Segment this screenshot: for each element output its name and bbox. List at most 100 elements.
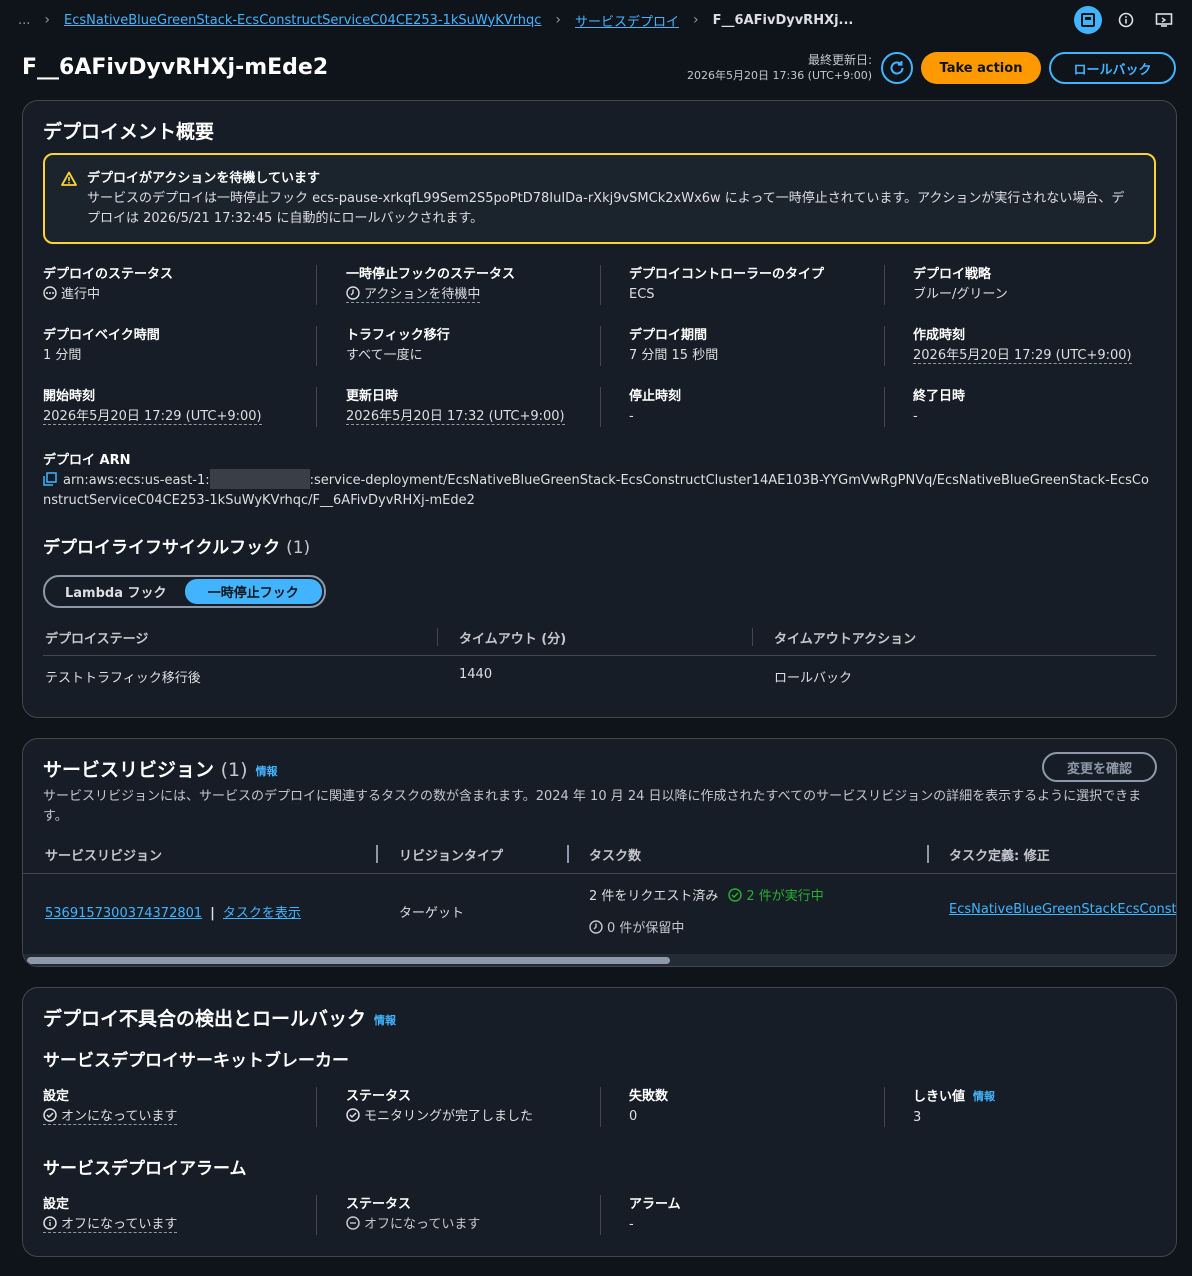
- field-label: 失敗数: [629, 1089, 669, 1104]
- field-label: 一時停止フックのステータス: [346, 267, 516, 282]
- column-timeout[interactable]: タイムアウト (分): [459, 628, 566, 647]
- cell-deploy-stage: テストトラフィック移行後: [45, 671, 201, 686]
- tasks-requested: 2 件をリクエスト済み 2 件が実行中: [589, 885, 824, 906]
- breadcrumb-separator-icon: ›: [555, 12, 562, 28]
- field-value[interactable]: 2026年5月20日 17:29 (UTC+9:00): [43, 409, 262, 425]
- revision-id-link[interactable]: 5369157300374372801: [45, 906, 202, 921]
- revisions-info-link[interactable]: 情報: [256, 765, 278, 778]
- alert-body: サービスのデプロイは一時停止フック ecs-pause-xrkqfL99Sem2…: [87, 191, 1125, 226]
- field-value: オフになっています: [364, 1217, 481, 1232]
- divider: [884, 1087, 885, 1127]
- field-value: すべて一度に: [346, 348, 423, 363]
- review-changes-button[interactable]: 変更を確認: [1042, 752, 1157, 782]
- panel-layout-icon[interactable]: [1074, 6, 1102, 34]
- field-value[interactable]: 2026年5月20日 17:29 (UTC+9:00): [913, 348, 1132, 364]
- column-revision-type[interactable]: リビジョンタイプ: [399, 845, 503, 864]
- field-label: デプロイ期間: [629, 328, 708, 343]
- tasks-pending: 0 件が保留中: [589, 917, 684, 938]
- divider: [600, 387, 601, 427]
- column-timeout-action[interactable]: タイムアウトアクション: [774, 628, 916, 647]
- refresh-button[interactable]: [881, 52, 913, 84]
- pause-status-popover[interactable]: アクションを待機中: [346, 286, 481, 303]
- tab-pause-hook[interactable]: 一時停止フック: [184, 579, 322, 604]
- arn-label: デプロイ ARN: [43, 453, 131, 468]
- clock-icon: [589, 920, 603, 938]
- field-value: ECS: [629, 287, 655, 302]
- divider: [316, 1195, 317, 1235]
- check-circle-icon: [43, 1108, 57, 1129]
- revision-type-cell: ターゲット: [399, 906, 465, 921]
- field-updated-time: 更新日時 2026年5月20日 17:32 (UTC+9:00): [346, 387, 565, 427]
- cell-timeout-action: ロールバック: [774, 671, 853, 686]
- field-label: 設定: [43, 1197, 70, 1212]
- screen-share-icon[interactable]: [1150, 6, 1178, 34]
- field-value: 0: [629, 1109, 638, 1124]
- field-value: -: [629, 409, 634, 424]
- field-duration: デプロイ期間 7 分間 15 秒間: [629, 326, 718, 366]
- alarm-list: アラーム -: [629, 1195, 681, 1235]
- field-value: オンになっています: [61, 1109, 178, 1124]
- rollback-button[interactable]: ロールバック: [1049, 52, 1176, 84]
- field-label: デプロイコントローラーのタイプ: [629, 267, 825, 282]
- alarm-setting-popover[interactable]: オフになっています: [43, 1216, 178, 1233]
- scrollbar-thumb[interactable]: [27, 957, 670, 964]
- lifecycle-title: デプロイライフサイクルフック: [43, 538, 281, 558]
- circuit-setting: 設定 オンになっています: [43, 1087, 178, 1129]
- column-task-definition[interactable]: タスク定義: 修正: [949, 845, 1050, 864]
- field-created-time: 作成時刻 2026年5月20日 17:29 (UTC+9:00): [913, 326, 1132, 366]
- field-value: 1 分間: [43, 348, 82, 363]
- column-service-revision[interactable]: サービスリビジョン: [45, 845, 162, 864]
- breadcrumb-deployments-link[interactable]: サービスデプロイ: [575, 11, 679, 30]
- revisions-count: (1): [220, 759, 248, 781]
- divider: [884, 326, 885, 366]
- divider: [600, 265, 601, 305]
- revisions-title: サービスリビジョン: [43, 759, 215, 781]
- take-action-button[interactable]: Take action: [921, 52, 1041, 84]
- field-label: デプロイベイク時間: [43, 328, 160, 343]
- field-label: トラフィック移行: [346, 328, 450, 343]
- field-label: 更新日時: [346, 389, 399, 404]
- circuit-threshold: しきい値 情報 3: [913, 1087, 995, 1128]
- task-definition-link[interactable]: EcsNativeBlueGreenStackEcsConstru: [949, 902, 1176, 917]
- field-traffic-shift: トラフィック移行 すべて一度に: [346, 326, 450, 366]
- alarm-status: ステータス オフになっています: [346, 1195, 480, 1237]
- lifecycle-count: (1): [286, 538, 311, 558]
- column-divider: [376, 845, 378, 863]
- breadcrumb-separator-icon: ›: [693, 12, 699, 28]
- breadcrumb-current: F__6AFivDyvRHXj...: [712, 12, 854, 28]
- field-strategy: デプロイ戦略 ブルー/グリーン: [913, 265, 1008, 305]
- hook-type-segmented-control: Lambda フック 一時停止フック: [43, 575, 326, 608]
- field-bake-time: デプロイベイク時間 1 分間: [43, 326, 160, 366]
- arn-value: arn:aws:ecs:us-east-1::service-deploymen…: [43, 469, 1153, 511]
- field-value: モニタリングが完了しました: [364, 1109, 534, 1124]
- breadcrumb-service-link[interactable]: EcsNativeBlueGreenStack-EcsConstructServ…: [64, 13, 541, 28]
- service-revisions-panel: サービスリビジョン (1) 情報 変更を確認 サービスリビジョンには、サービスのデ…: [22, 738, 1177, 967]
- field-value: -: [629, 1217, 634, 1232]
- breadcrumb-ellipsis[interactable]: ...: [18, 13, 30, 28]
- horizontal-scrollbar[interactable]: [23, 954, 1176, 966]
- info-circle-icon[interactable]: [1112, 6, 1140, 34]
- divider: [600, 1195, 601, 1235]
- tab-lambda-hook[interactable]: Lambda フック: [47, 579, 185, 604]
- detection-info-link[interactable]: 情報: [374, 1014, 396, 1027]
- field-value: 7 分間 15 秒間: [629, 348, 719, 363]
- refresh-icon: [890, 61, 904, 75]
- requested-count: 2 件をリクエスト済み: [589, 889, 719, 904]
- column-task-count[interactable]: タスク数: [589, 845, 641, 864]
- alarm-setting: 設定 オフになっています: [43, 1195, 178, 1237]
- divider: [600, 326, 601, 366]
- link-divider: |: [210, 906, 215, 921]
- field-value: オフになっています: [61, 1217, 178, 1232]
- view-tasks-link[interactable]: タスクを表示: [223, 906, 301, 921]
- circuit-status: ステータス モニタリングが完了しました: [346, 1087, 533, 1129]
- copy-icon[interactable]: [43, 472, 57, 488]
- field-value[interactable]: 2026年5月20日 17:32 (UTC+9:00): [346, 409, 565, 425]
- circuit-setting-popover[interactable]: オンになっています: [43, 1108, 178, 1125]
- cell-timeout: 1440: [459, 667, 493, 682]
- divider: [884, 265, 885, 305]
- column-deploy-stage[interactable]: デプロイステージ: [45, 628, 148, 647]
- column-divider: [752, 628, 753, 646]
- field-label: ステータス: [346, 1089, 412, 1104]
- field-label: しきい値: [913, 1089, 966, 1105]
- threshold-info-link[interactable]: 情報: [973, 1090, 995, 1103]
